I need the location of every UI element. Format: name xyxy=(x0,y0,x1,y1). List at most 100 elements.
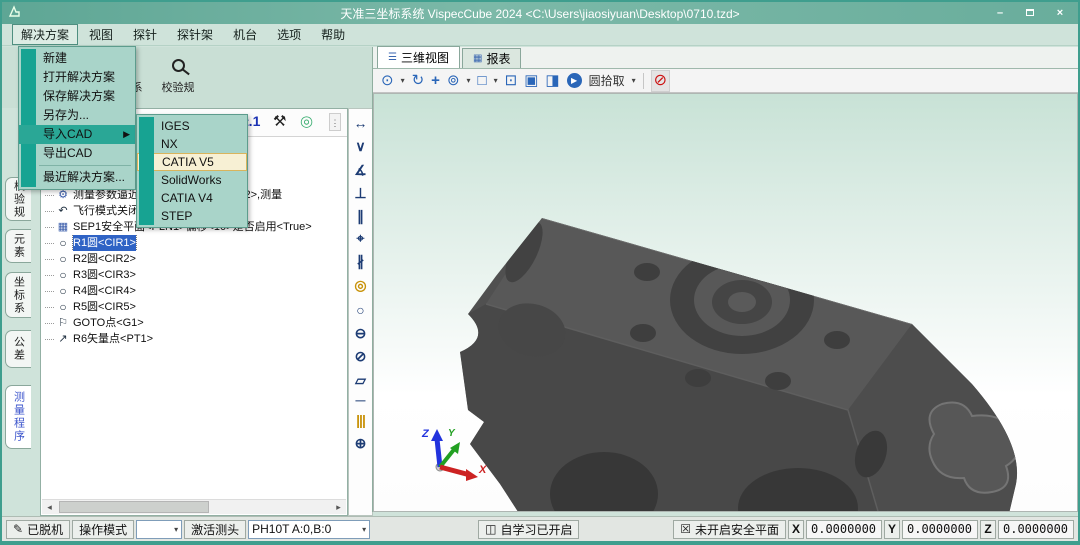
symmetry-icon[interactable] xyxy=(349,410,372,430)
total-runout-icon[interactable] xyxy=(349,346,372,366)
eye-dropdown-icon[interactable]: ▾ xyxy=(401,71,405,91)
menu-item-options[interactable]: 选项 xyxy=(268,24,310,45)
angle2-icon[interactable] xyxy=(349,160,372,180)
menu-item-recent-solutions[interactable]: 最近解决方案... xyxy=(19,168,135,187)
inclination-icon[interactable] xyxy=(349,251,372,271)
toolbar-separator xyxy=(643,73,644,89)
menu-item-probe-rack[interactable]: 探针架 xyxy=(168,24,222,45)
tree-item[interactable]: R3圆<CIR3> xyxy=(45,267,345,283)
menu-separator xyxy=(39,165,131,166)
menu-item-save-solution[interactable]: 保存解决方案 xyxy=(19,87,135,106)
tree-item[interactable]: GOTO点<G1> xyxy=(45,315,345,331)
safety-plane-status: 未开启安全平面 xyxy=(673,520,786,539)
scroll-right-icon[interactable]: ▸ xyxy=(331,500,346,514)
sidetab-elements[interactable]: 元素 xyxy=(5,229,31,263)
safety-plane-icon xyxy=(56,219,70,235)
title-bar: 天准三坐标系统 VispecCube 2024 <C:\Users\jiaosi… xyxy=(2,2,1078,24)
scroll-left-icon[interactable]: ◂ xyxy=(42,500,57,514)
menu-item-import-cad[interactable]: 导入CAD ▶ xyxy=(19,125,135,144)
chevron-down-icon: ▾ xyxy=(356,525,366,534)
play-icon[interactable]: ▶ xyxy=(567,73,582,88)
menu-item-solution[interactable]: 解决方案 xyxy=(12,24,78,45)
sketch-dropdown-icon[interactable]: ▾ xyxy=(467,71,471,91)
circle-icon xyxy=(56,251,70,267)
pan-icon[interactable] xyxy=(431,71,440,91)
roundness-icon[interactable] xyxy=(349,300,372,320)
tree-item[interactable]: R2圆<CIR2> xyxy=(45,251,345,267)
minimize-icon[interactable]: – xyxy=(992,6,1008,20)
menu-item-probe[interactable]: 探针 xyxy=(124,24,166,45)
straightness-icon[interactable] xyxy=(349,390,372,410)
viewport-3d[interactable]: Z Y X xyxy=(373,93,1078,512)
eye-icon[interactable] xyxy=(381,71,394,91)
submenu-arrow-icon: ▶ xyxy=(123,125,130,144)
close-icon[interactable]: × xyxy=(1052,6,1068,20)
position-icon[interactable] xyxy=(349,228,372,248)
menu-item-new[interactable]: 新建 xyxy=(19,49,135,68)
runout-icon[interactable] xyxy=(349,323,372,343)
sidetab-tolerance[interactable]: 公差 xyxy=(5,330,31,368)
tree-item-selected[interactable]: R1圆<CIR1> xyxy=(45,235,345,251)
view-panel: 三维视图 报表 ▾ ▾ ▾ ▶ 圆拾取 ▾ ⊘ xyxy=(372,47,1078,512)
alignment-target-icon[interactable] xyxy=(300,112,313,130)
op-mode-select[interactable]: ▾ xyxy=(136,520,182,539)
circle-icon xyxy=(56,235,70,251)
pick-dropdown-icon[interactable]: ▾ xyxy=(632,71,636,91)
orbit-icon[interactable] xyxy=(412,71,425,91)
cube-dropdown-icon[interactable]: ▾ xyxy=(494,71,498,91)
sidetab-measure-program[interactable]: 测量程序 xyxy=(5,385,31,449)
angle-icon[interactable] xyxy=(349,136,372,156)
sketch-icon[interactable] xyxy=(447,71,460,91)
perpendicularity-icon[interactable] xyxy=(349,183,372,203)
layout-icon[interactable] xyxy=(545,71,559,91)
cylindricity-icon[interactable] xyxy=(349,433,372,453)
menu-item-view[interactable]: 视图 xyxy=(80,24,122,45)
scroll-thumb[interactable] xyxy=(59,501,209,513)
z-axis-label: Z xyxy=(980,520,996,539)
app-logo-icon xyxy=(7,4,22,22)
y-axis-label: Y xyxy=(884,520,900,539)
menu-item-machine[interactable]: 机台 xyxy=(224,24,266,45)
menu-item-open-solution[interactable]: 打开解决方案 xyxy=(19,68,135,87)
flatness-icon[interactable] xyxy=(349,370,372,390)
window-title: 天准三坐标系统 VispecCube 2024 <C:\Users\jiaosi… xyxy=(2,5,1078,22)
solution-menu: 新建 打开解决方案 保存解决方案 另存为... 导入CAD ▶ 导出CAD 最近… xyxy=(18,46,136,190)
tree-item[interactable]: R5圆<CIR5> xyxy=(45,299,345,315)
pick-mode-label[interactable]: 圆拾取 xyxy=(589,72,625,89)
menu-item-save-as[interactable]: 另存为... xyxy=(19,106,135,125)
circle-icon xyxy=(56,299,70,315)
circle-icon xyxy=(56,267,70,283)
view3d-icon xyxy=(388,52,397,63)
maximize-icon[interactable] xyxy=(1022,6,1038,20)
no-plane-icon xyxy=(680,522,691,536)
sidetab-coordsys[interactable]: 坐标系 xyxy=(5,272,31,318)
y-axis-value: 0.0000000 xyxy=(902,520,978,539)
toolbar-overflow-icon[interactable]: ⋮ xyxy=(329,113,341,131)
menu-item-export-cad[interactable]: 导出CAD xyxy=(19,144,135,163)
tab-report[interactable]: 报表 xyxy=(462,48,521,68)
active-probe-select[interactable]: PH10T A:0,B:0 ▾ xyxy=(248,520,370,539)
import-cad-submenu: IGES NX CATIA V5 SolidWorks CATIA V4 STE… xyxy=(136,114,248,228)
self-learn-status: 自学习已开启 xyxy=(478,520,579,539)
menu-item-help[interactable]: 帮助 xyxy=(312,24,354,45)
cube-view-icon[interactable] xyxy=(478,71,487,91)
tree-item[interactable]: R6矢量点<PT1> xyxy=(45,331,345,347)
axis-x-label: X xyxy=(478,464,487,476)
magnifier-icon xyxy=(154,51,202,79)
axis-y-label: Y xyxy=(448,428,456,439)
zoom-fit-icon[interactable] xyxy=(505,71,518,91)
hammer-icon[interactable] xyxy=(273,112,286,130)
tab-3d-view[interactable]: 三维视图 xyxy=(377,46,460,68)
gauge-check-label: 校验规 xyxy=(162,82,195,94)
gauge-check-button[interactable]: 校验规 xyxy=(154,51,202,103)
circle-icon xyxy=(56,283,70,299)
tree-item[interactable]: R4圆<CIR4> xyxy=(45,283,345,299)
tree-horizontal-scrollbar[interactable]: ◂ ▸ xyxy=(42,499,346,514)
distance-icon[interactable] xyxy=(349,113,372,133)
no-entry-icon[interactable]: ⊘ xyxy=(651,70,670,92)
pin-icon[interactable] xyxy=(524,71,538,91)
x-axis-value: 0.0000000 xyxy=(806,520,882,539)
status-bar: 已脱机 操作模式 ▾ 激活测头 PH10T A:0,B:0 ▾ 自学习已开启 未… xyxy=(2,516,1078,541)
concentricity-icon[interactable] xyxy=(349,275,372,295)
parallelism-icon[interactable] xyxy=(349,206,372,226)
